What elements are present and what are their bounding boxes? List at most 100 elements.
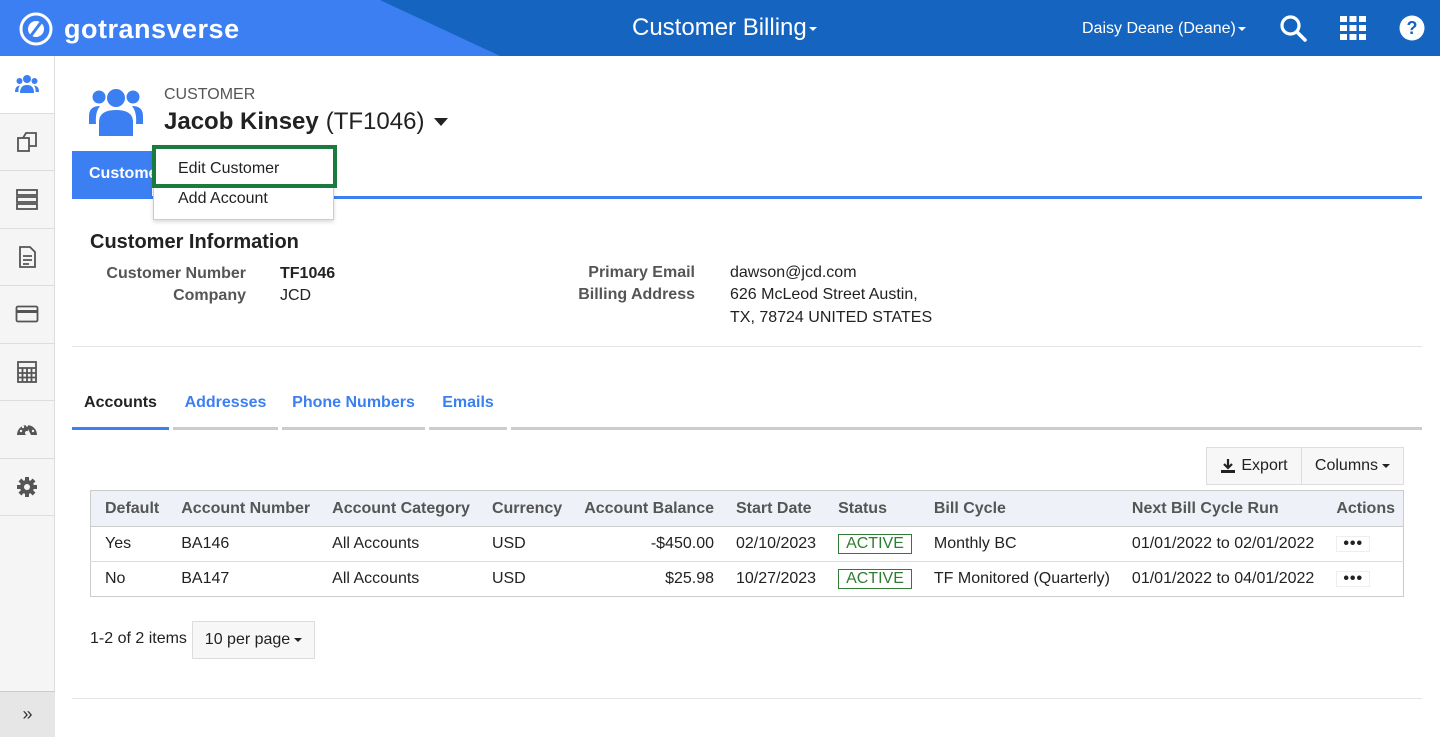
tab-accounts[interactable]: Accounts bbox=[72, 384, 169, 430]
nav-orders[interactable] bbox=[0, 114, 54, 171]
calculator-icon bbox=[17, 360, 37, 383]
billing-address-line2: TX, 78724 UNITED STATES bbox=[730, 309, 933, 326]
tab-addresses[interactable]: Addresses bbox=[173, 384, 278, 430]
cell-account-balance: $25.98 bbox=[570, 561, 722, 597]
columns-label: Columns bbox=[1314, 457, 1379, 474]
cell-actions: ••• bbox=[1322, 526, 1404, 562]
user-menu[interactable]: Daisy Deane (Deane) bbox=[1082, 20, 1246, 38]
cell-default: Yes bbox=[90, 526, 168, 562]
tab-emails[interactable]: Emails bbox=[429, 384, 507, 430]
nav-payments[interactable] bbox=[0, 286, 54, 344]
nav-settings[interactable] bbox=[0, 459, 54, 516]
brand-name: gotransverse bbox=[64, 13, 240, 44]
nav-calculator[interactable] bbox=[0, 344, 54, 401]
status-badge: ACTIVE bbox=[838, 569, 912, 589]
accounts-table: Default Account Number Account Category … bbox=[90, 490, 1404, 597]
apps-grid-icon[interactable] bbox=[1338, 13, 1368, 43]
col-account-number[interactable]: Account Number bbox=[167, 490, 319, 527]
table-row[interactable]: No BA147 All Accounts USD $25.98 10/27/2… bbox=[90, 561, 1404, 597]
cell-account-balance: -$450.00 bbox=[570, 526, 722, 562]
dashboard-icon bbox=[17, 424, 37, 436]
tab-phone-numbers[interactable]: Phone Numbers bbox=[282, 384, 425, 430]
nav-customers[interactable] bbox=[0, 56, 54, 114]
chevron-down-icon bbox=[808, 26, 817, 31]
expand-nav-button[interactable]: » bbox=[0, 691, 55, 737]
col-account-balance[interactable]: Account Balance bbox=[570, 490, 722, 527]
billing-address-label: Billing Address bbox=[578, 286, 695, 303]
top-bar: gotransverse Customer Billing Daisy Dean… bbox=[0, 0, 1440, 56]
customer-number-label: Customer Number bbox=[106, 265, 246, 282]
pager-summary: 1-2 of 2 items bbox=[90, 630, 187, 647]
cell-next-bill-cycle-run: 01/01/2022 to 04/01/2022 bbox=[1117, 561, 1323, 597]
search-icon[interactable] bbox=[1278, 13, 1308, 43]
customer-actions-menu: Edit Customer Add Account bbox=[153, 145, 334, 220]
customer-title-menu[interactable]: Jacob Kinsey (TF1046) bbox=[164, 108, 449, 136]
tab-filler bbox=[511, 384, 1422, 430]
customer-id: (TF1046) bbox=[325, 108, 425, 135]
primary-email-value: dawson@jcd.com bbox=[730, 264, 857, 281]
chevron-down-icon bbox=[294, 638, 303, 642]
divider bbox=[72, 698, 1422, 699]
col-actions: Actions bbox=[1322, 490, 1404, 527]
company-value: JCD bbox=[280, 287, 312, 304]
cell-account-number[interactable]: BA147 bbox=[167, 561, 319, 597]
export-button[interactable]: Export bbox=[1206, 447, 1302, 485]
nav-dashboard[interactable] bbox=[0, 401, 54, 459]
document-icon bbox=[19, 245, 36, 268]
app-title: Customer Billing bbox=[632, 14, 807, 41]
col-bill-cycle[interactable]: Bill Cycle bbox=[919, 490, 1118, 527]
cell-status: ACTIVE bbox=[824, 526, 920, 562]
section-title: Customer Information bbox=[90, 231, 299, 253]
primary-email-label: Primary Email bbox=[588, 264, 695, 281]
columns-button[interactable]: Columns bbox=[1301, 447, 1404, 485]
app-switcher[interactable]: Customer Billing bbox=[632, 14, 817, 42]
user-name: Daisy Deane (Deane) bbox=[1082, 20, 1236, 37]
cell-account-number[interactable]: BA146 bbox=[167, 526, 319, 562]
company-label: Company bbox=[173, 287, 246, 304]
caret-down-icon bbox=[434, 118, 449, 126]
svg-text:?: ? bbox=[1407, 18, 1418, 38]
cell-status: ACTIVE bbox=[824, 561, 920, 597]
table-row[interactable]: Yes BA146 All Accounts USD -$450.00 02/1… bbox=[90, 526, 1404, 562]
entity-label: CUSTOMER bbox=[164, 86, 256, 103]
nav-documents[interactable] bbox=[0, 229, 54, 286]
tab-customer[interactable]: Customer bbox=[72, 151, 152, 196]
left-nav: » bbox=[0, 56, 55, 737]
col-status[interactable]: Status bbox=[824, 490, 920, 527]
chevron-down-icon bbox=[1382, 464, 1391, 468]
customer-icon bbox=[89, 89, 143, 136]
menu-item-edit-customer[interactable]: Edit Customer bbox=[178, 160, 279, 178]
credit-card-icon bbox=[15, 305, 39, 323]
cell-start-date: 02/10/2023 bbox=[722, 526, 825, 562]
server-icon bbox=[16, 189, 38, 211]
col-default[interactable]: Default bbox=[90, 490, 168, 527]
brand[interactable]: gotransverse bbox=[18, 11, 240, 47]
col-start-date[interactable]: Start Date bbox=[722, 490, 825, 527]
brand-logo-icon bbox=[19, 12, 53, 46]
help-icon[interactable]: ? bbox=[1397, 13, 1427, 43]
cell-start-date: 10/27/2023 bbox=[722, 561, 825, 597]
cell-currency: USD bbox=[477, 561, 571, 597]
cell-account-category: All Accounts bbox=[318, 526, 478, 562]
per-page-label: 10 per page bbox=[204, 631, 291, 648]
download-icon bbox=[1221, 459, 1236, 473]
cell-bill-cycle: Monthly BC bbox=[919, 526, 1118, 562]
per-page-select[interactable]: 10 per page bbox=[192, 621, 315, 659]
status-badge: ACTIVE bbox=[838, 534, 912, 554]
chevron-down-icon bbox=[1237, 26, 1246, 31]
nav-server[interactable] bbox=[0, 171, 54, 229]
divider bbox=[72, 346, 1422, 347]
main-content: CUSTOMER Jacob Kinsey (TF1046) Customer … bbox=[56, 56, 1440, 737]
table-header-row: Default Account Number Account Category … bbox=[90, 490, 1404, 527]
col-currency[interactable]: Currency bbox=[477, 490, 571, 527]
row-actions-button[interactable]: ••• bbox=[1336, 571, 1371, 587]
customer-name: Jacob Kinsey bbox=[164, 108, 319, 135]
cell-actions: ••• bbox=[1322, 561, 1404, 597]
menu-item-add-account[interactable]: Add Account bbox=[178, 190, 268, 208]
col-account-category[interactable]: Account Category bbox=[318, 490, 478, 527]
col-next-bill-cycle-run[interactable]: Next Bill Cycle Run bbox=[1117, 490, 1323, 527]
orders-icon bbox=[17, 131, 37, 152]
export-label: Export bbox=[1241, 457, 1288, 474]
row-actions-button[interactable]: ••• bbox=[1336, 536, 1371, 552]
cell-currency: USD bbox=[477, 526, 571, 562]
